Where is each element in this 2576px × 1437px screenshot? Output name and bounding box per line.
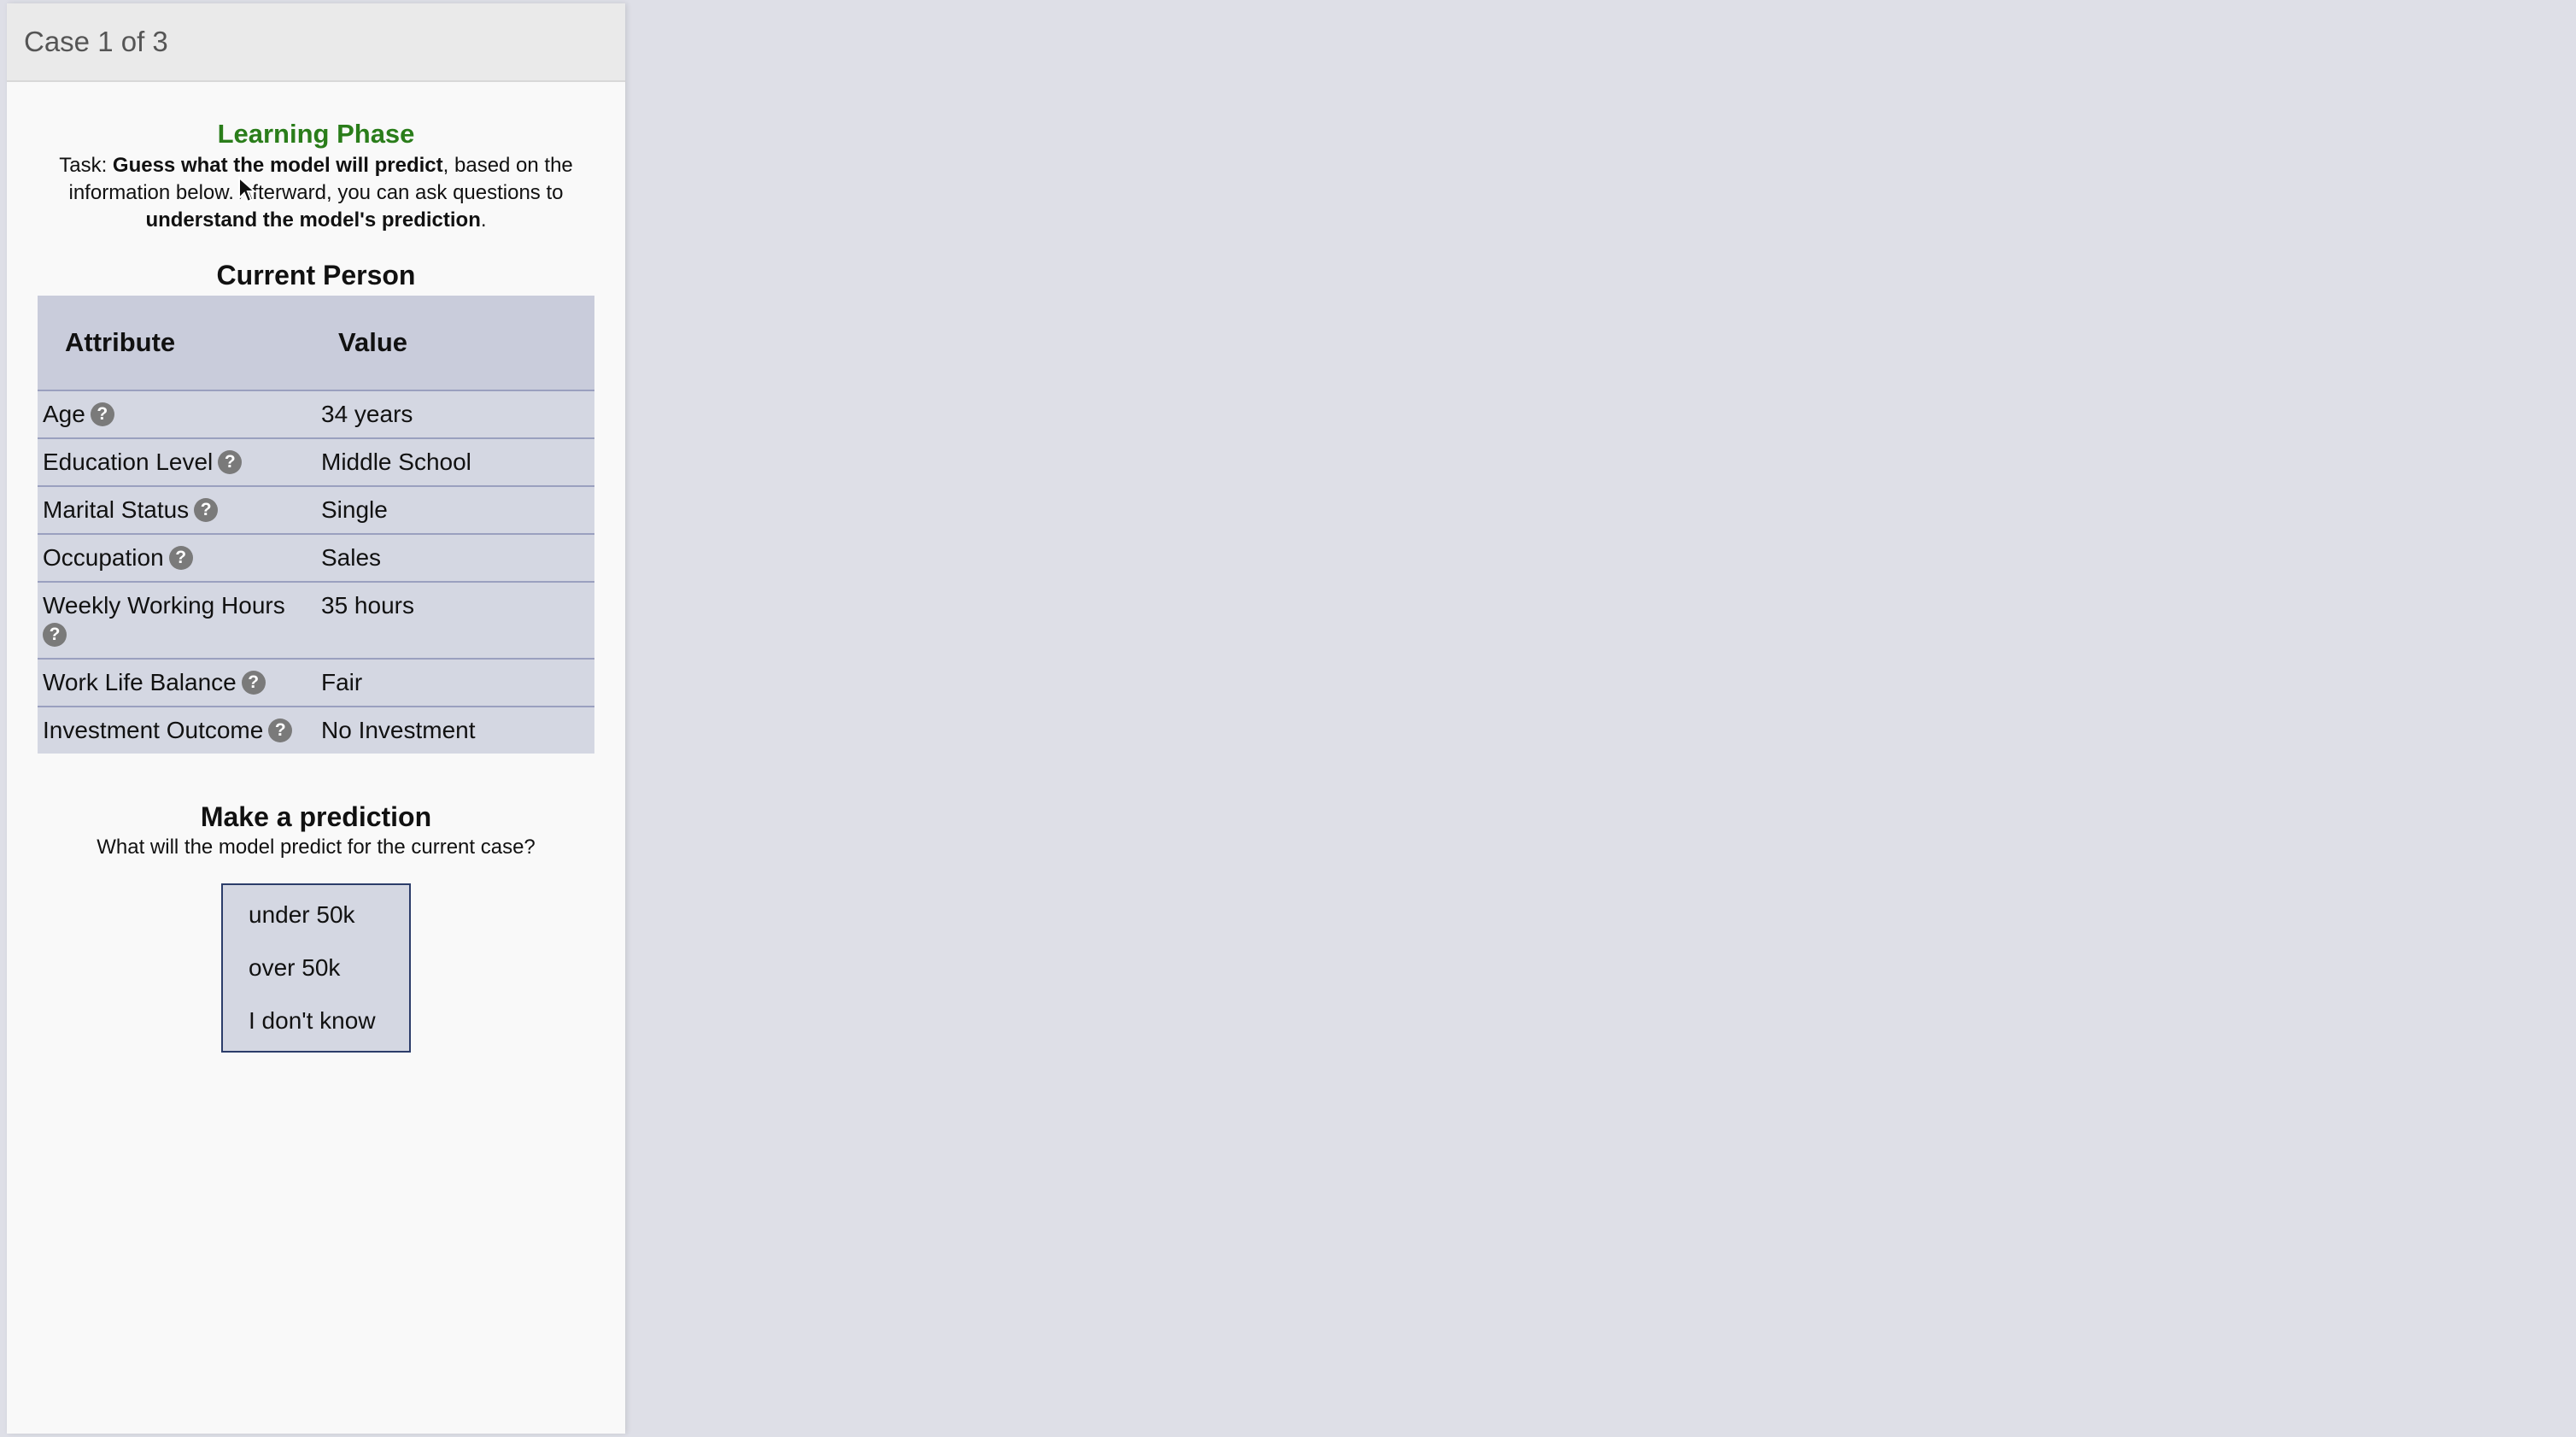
table-row: Age? 34 years	[38, 390, 594, 439]
help-icon[interactable]: ?	[218, 449, 243, 474]
task-description: Task: Guess what the model will predict,…	[38, 152, 594, 234]
prediction-options: under 50k over 50k I don't know	[221, 883, 411, 1053]
mouse-cursor-icon	[238, 176, 256, 203]
value-cell: Sales	[316, 534, 594, 583]
attribute-label: Investment Outcome	[43, 717, 264, 743]
attribute-label: Education Level	[43, 449, 214, 475]
table-header-row: Attribute Value	[38, 296, 594, 391]
table-row: Investment Outcome? No Investment	[38, 707, 594, 754]
attribute-label: Occupation	[43, 544, 164, 571]
prediction-title: Make a prediction	[200, 801, 432, 832]
attribute-cell: Investment Outcome?	[38, 707, 316, 754]
option-dont-know[interactable]: I don't know	[223, 1000, 409, 1042]
phase-title: Learning Phase	[217, 119, 415, 149]
task-bold-1: Guess what the model will predict	[112, 154, 443, 177]
value-cell: Fair	[316, 659, 594, 707]
value-cell: Middle School	[316, 438, 594, 487]
attribute-cell: Marital Status?	[38, 486, 316, 535]
attributes-table: Attribute Value Age? 34 years Education …	[38, 296, 594, 754]
case-header: Case 1 of 3	[7, 3, 625, 82]
value-cell: 34 years	[316, 390, 594, 439]
attribute-label: Age	[43, 401, 85, 427]
table-row: Occupation? Sales	[38, 534, 594, 583]
value-cell: 35 hours	[316, 582, 594, 660]
value-cell: No Investment	[321, 717, 476, 743]
task-bold-2: understand the model's prediction	[145, 208, 481, 232]
table-row: Work Life Balance? Fair	[38, 659, 594, 707]
table-row: Weekly Working Hours? 35 hours	[38, 582, 594, 660]
attribute-cell: Work Life Balance?	[38, 659, 316, 707]
prediction-question: What will the model predict for the curr…	[97, 836, 536, 859]
attribute-label: Marital Status	[43, 496, 190, 523]
table-row: Education Level? Middle School	[38, 438, 594, 487]
help-icon[interactable]: ?	[43, 622, 67, 647]
current-person-title: Current Person	[216, 260, 416, 290]
task-end: .	[480, 208, 487, 232]
help-icon[interactable]: ?	[168, 545, 193, 570]
task-prefix: Task:	[59, 154, 113, 177]
attribute-label: Weekly Working Hours	[43, 592, 285, 619]
page: Case 1 of 3 Learning Phase Task: Guess w…	[0, 0, 2576, 1437]
panel-content: Learning Phase Task: Guess what the mode…	[7, 118, 625, 1053]
attribute-cell: Education Level?	[38, 438, 316, 487]
column-header-attribute: Attribute	[38, 296, 316, 391]
attribute-cell: Age?	[38, 390, 316, 439]
case-label: Case 1 of 3	[24, 26, 168, 57]
side-panel: Case 1 of 3 Learning Phase Task: Guess w…	[7, 3, 625, 1434]
attribute-label: Work Life Balance	[43, 669, 237, 695]
column-header-value: Value	[316, 296, 594, 391]
help-icon[interactable]: ?	[268, 718, 293, 742]
value-cell: Single	[316, 486, 594, 535]
help-icon[interactable]: ?	[90, 402, 114, 426]
attribute-cell: Occupation?	[38, 534, 316, 583]
attribute-cell: Weekly Working Hours?	[38, 582, 316, 660]
option-over-50k[interactable]: over 50k	[223, 947, 409, 989]
option-under-50k[interactable]: under 50k	[223, 894, 409, 936]
help-icon[interactable]: ?	[194, 497, 219, 522]
table-row: Marital Status? Single	[38, 486, 594, 535]
help-icon[interactable]: ?	[241, 670, 266, 695]
